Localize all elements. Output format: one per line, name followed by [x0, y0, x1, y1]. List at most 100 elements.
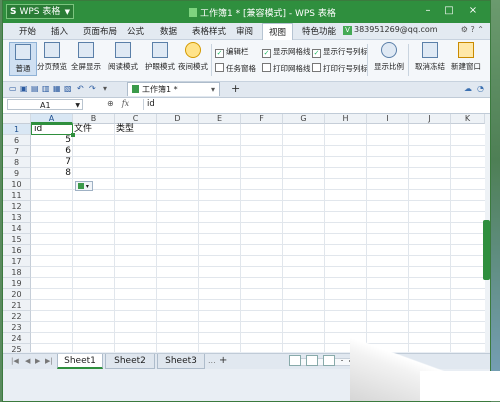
row-header[interactable]: 15 [3, 234, 31, 245]
redo-icon[interactable]: ↷ [89, 84, 96, 93]
cell-a9[interactable]: 8 [31, 168, 71, 179]
row-header[interactable]: 22 [3, 311, 31, 322]
column-header-k[interactable]: K [451, 114, 485, 124]
row-header[interactable]: 14 [3, 223, 31, 234]
customize-chevron-icon[interactable]: ▾ [103, 84, 107, 93]
cell-a8[interactable]: 7 [31, 157, 71, 168]
row-header[interactable]: 17 [3, 256, 31, 267]
last-sheet-icon[interactable]: ▶| [45, 357, 53, 365]
cell-a6[interactable]: 5 [31, 135, 71, 146]
row-header[interactable]: 21 [3, 300, 31, 311]
maximize-button[interactable]: □ [441, 4, 457, 18]
new-tab-button[interactable]: + [231, 82, 240, 95]
zoom-out-label[interactable]: - [341, 357, 344, 365]
fullscreen-button[interactable]: 全屏显示 [70, 42, 102, 72]
row-header[interactable]: 12 [3, 201, 31, 212]
row-header[interactable]: 7 [3, 146, 31, 157]
row-header[interactable]: 20 [3, 289, 31, 300]
print-icon[interactable]: ▤ [31, 84, 39, 93]
menu-data[interactable]: 数据 [160, 25, 177, 37]
tab-workbook1[interactable]: 工作簿1 * ▾ [127, 82, 220, 96]
close-tab-icon[interactable]: ▾ [211, 83, 215, 97]
menu-special[interactable]: 特色功能 [302, 25, 336, 37]
account-label[interactable]: V 383951269@qq.com [343, 25, 438, 35]
row-header[interactable]: 8 [3, 157, 31, 168]
menu-review[interactable]: 审阅 [236, 25, 253, 37]
cell-b1[interactable]: 文件 [74, 124, 114, 135]
minimize-button[interactable]: – [420, 4, 436, 18]
save-icon[interactable]: ▣ [20, 84, 28, 93]
select-all-corner[interactable] [3, 114, 31, 124]
cloud-icon[interactable]: ☁ [464, 84, 472, 93]
app-menu-button[interactable]: S WPS 表格 ▼ [6, 4, 74, 19]
menu-view[interactable]: 视图 [262, 23, 294, 41]
row-header[interactable]: 18 [3, 267, 31, 278]
zoom-formula-icon[interactable]: ⊕ [107, 99, 114, 108]
row-header[interactable]: 25 [3, 344, 31, 352]
normal-view-button[interactable]: 普通 [9, 42, 37, 76]
column-header-i[interactable]: I [367, 114, 409, 124]
menu-table-style[interactable]: 表格样式 [192, 25, 226, 37]
tab-sheet1[interactable]: Sheet1 [57, 354, 103, 369]
column-header-d[interactable]: D [157, 114, 199, 124]
print-headings-checkbox[interactable]: 打印行号列标 [312, 63, 368, 74]
row-header[interactable]: 13 [3, 212, 31, 223]
column-header-a[interactable]: A [31, 114, 73, 124]
row-header[interactable]: 9 [3, 168, 31, 179]
tab-sheet2[interactable]: Sheet2 [105, 354, 155, 369]
show-gridlines-checkbox[interactable]: ✓ 显示网格线 [262, 46, 311, 58]
reading-mode-button[interactable]: 阅读模式 [104, 42, 142, 72]
column-header-c[interactable]: C [115, 114, 157, 124]
first-sheet-icon[interactable]: |◀ [11, 357, 19, 365]
fill-handle[interactable] [71, 133, 75, 137]
row-header[interactable]: 19 [3, 278, 31, 289]
column-header-h[interactable]: H [325, 114, 367, 124]
name-box[interactable]: A1 ▼ [7, 99, 83, 110]
add-sheet-button[interactable]: + [219, 355, 227, 366]
print-preview-icon[interactable]: ▥ [42, 84, 50, 93]
row-header[interactable]: 1 [3, 124, 31, 135]
row-header[interactable]: 11 [3, 190, 31, 201]
spreadsheet-grid[interactable]: A B C D E F G H I J K 1 6 7 8 9 10 11 12… [3, 114, 485, 352]
page-break-preview-button[interactable]: 分页预览 [36, 42, 68, 72]
cell-a7[interactable]: 6 [31, 146, 71, 157]
menu-formulas[interactable]: 公式 [127, 25, 144, 37]
row-header[interactable]: 10 [3, 179, 31, 190]
function-icon[interactable]: fx [122, 99, 129, 108]
row-header[interactable]: 23 [3, 322, 31, 333]
tab-sheet3[interactable]: Sheet3 [157, 354, 205, 369]
user-icon[interactable]: ◔ [477, 84, 484, 93]
menu-home[interactable]: 开始 [19, 25, 36, 37]
formula-bar-checkbox[interactable]: ✓ 编辑栏 [215, 46, 249, 58]
new-window-button[interactable]: 新建窗口 [449, 42, 483, 72]
column-header-g[interactable]: G [283, 114, 325, 124]
eye-care-button[interactable]: 护眼模式 [144, 42, 176, 72]
row-header[interactable]: 16 [3, 245, 31, 256]
undo-icon[interactable]: ↶ [77, 84, 84, 93]
unfreeze-button[interactable]: 取消冻结 [413, 42, 447, 72]
column-header-j[interactable]: J [409, 114, 451, 124]
normal-view-status-icon[interactable] [289, 355, 301, 366]
page-layout-status-icon[interactable] [306, 355, 319, 366]
menu-page-layout[interactable]: 页面布局 [83, 25, 117, 37]
menu-insert[interactable]: 插入 [51, 25, 68, 37]
column-header-e[interactable]: E [199, 114, 241, 124]
column-header-f[interactable]: F [241, 114, 283, 124]
help-icons[interactable]: ⚙ ? ⌃ [461, 25, 484, 34]
task-pane-checkbox[interactable]: 任务窗格 [215, 63, 256, 74]
page-break-status-icon[interactable] [323, 355, 336, 366]
column-header-b[interactable]: B [73, 114, 115, 124]
row-header[interactable]: 24 [3, 333, 31, 344]
open-folder-icon[interactable]: ▭ [9, 84, 17, 93]
prev-sheet-icon[interactable]: ◀ [25, 357, 30, 365]
cell-c1[interactable]: 类型 [116, 124, 156, 135]
show-headings-checkbox[interactable]: ✓ 显示行号列标 [312, 46, 368, 58]
night-mode-button[interactable]: 夜间模式 [177, 42, 209, 72]
paste-icon[interactable]: ▧ [64, 84, 72, 93]
more-sheets-button[interactable]: ... [208, 356, 216, 365]
formula-input[interactable]: id [143, 99, 487, 110]
next-sheet-icon[interactable]: ▶ [35, 357, 40, 365]
copy-icon[interactable]: ▦ [53, 84, 61, 93]
close-button[interactable]: × [465, 4, 481, 18]
zoom-button[interactable]: 显示比例 [373, 42, 405, 72]
